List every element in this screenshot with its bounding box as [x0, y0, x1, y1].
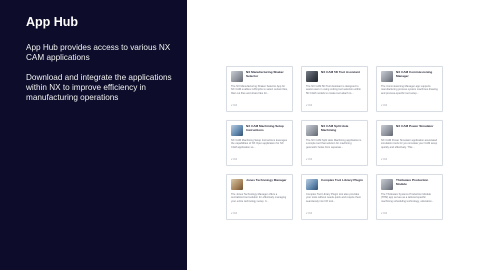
app-card[interactable]: NX CAM Commissioning Manager The Commiss…	[376, 66, 443, 112]
app-title: Thickware Production Module	[396, 178, 429, 186]
app-card[interactable]: NX CAM Machining Setup Instructions NX C…	[226, 120, 293, 166]
app-card[interactable]: Jones Technology Manager The Jones Techn…	[226, 174, 293, 220]
app-description: The NX Manufacturing Shaker Selector App…	[231, 85, 288, 95]
app-card[interactable]: Complex Tool Library Plugin Complex Tool…	[301, 174, 368, 220]
app-version: v 3.0	[231, 211, 238, 215]
app-thumbnail-icon	[231, 179, 243, 190]
app-thumbnail-icon	[306, 125, 318, 136]
app-version: v 3.0	[381, 157, 388, 161]
app-version: v 3.0	[381, 211, 388, 215]
app-version: v 3.0	[306, 211, 313, 215]
app-thumbnail-icon	[231, 71, 243, 82]
app-card[interactable]: NX CAM Split Hole Machining The NX CAM S…	[301, 120, 368, 166]
app-version: v 3.0	[381, 103, 388, 107]
app-title: NX CAM Machining Setup Instructions	[246, 124, 284, 132]
hero-panel: App Hub App Hub provides access to vario…	[0, 0, 187, 270]
app-description: The Commissioning Manager app supports m…	[381, 85, 438, 95]
app-thumbnail-icon	[381, 125, 393, 136]
app-title: NX CAM Split Hole Machining	[321, 124, 349, 132]
app-card[interactable]: NX CAM 5D Tool Assistant The NX CAM 5D T…	[301, 66, 368, 112]
app-title: Complex Tool Library Plugin	[321, 178, 363, 182]
app-title: Jones Technology Manager	[246, 178, 287, 182]
app-version: v 3.0	[306, 103, 313, 107]
detail-paragraph: Download and integrate the applications …	[26, 73, 172, 102]
app-card[interactable]: NX Manufacturing Shaker Selector The NX …	[226, 66, 293, 112]
app-title: NX CAM Commissioning Manager	[396, 70, 433, 78]
app-description: Complex Tool Library Plugin tool also pr…	[306, 193, 362, 203]
app-card[interactable]: Thickware Production Module The Thickwar…	[376, 174, 443, 220]
app-thumbnail-icon	[381, 71, 393, 82]
app-description: NX CAM Power Simulator application assoc…	[381, 139, 438, 149]
app-card[interactable]: NX CAM Power Simulator NX CAM Power Simu…	[376, 120, 443, 166]
app-description: The NX CAM Split Hole Machining applicat…	[306, 139, 362, 149]
app-thumbnail-icon	[231, 125, 243, 136]
app-description: The NX CAM 5D Tool Assistant is designed…	[306, 85, 361, 95]
page-title: App Hub	[26, 15, 79, 29]
app-thumbnail-icon	[306, 71, 318, 82]
app-grid: NX Manufacturing Shaker Selector The NX …	[226, 66, 443, 220]
app-thumbnail-icon	[306, 179, 318, 190]
app-version: v 3.0	[231, 103, 238, 107]
app-thumbnail-icon	[381, 179, 393, 190]
app-version: v 3.0	[306, 157, 313, 161]
app-version: v 3.0	[231, 157, 238, 161]
app-title: NX Manufacturing Shaker Selector	[246, 70, 284, 78]
app-title: NX CAM 5D Tool Assistant	[321, 70, 360, 74]
app-description: NX CAM Machining Setup Instructions leve…	[231, 139, 288, 149]
intro-paragraph: App Hub provides access to various NX CA…	[26, 43, 171, 62]
app-description: The Jones Technology Manager offers a ce…	[231, 193, 287, 203]
app-title: NX CAM Power Simulator	[396, 124, 434, 128]
app-description: The Thickware Systems Production Module …	[381, 193, 434, 203]
